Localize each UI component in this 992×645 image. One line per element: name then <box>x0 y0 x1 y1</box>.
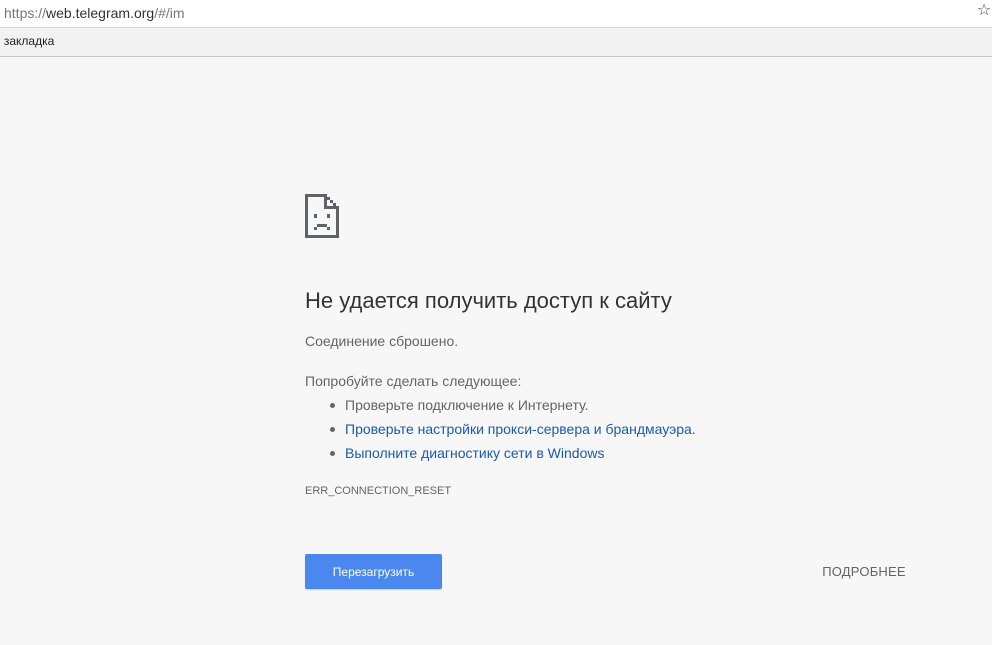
bookmark-star-icon[interactable]: ☆ <box>976 2 992 20</box>
address-bar[interactable]: https://web.telegram.org/#/im ☆ <box>0 0 992 28</box>
reload-button[interactable]: Перезагрузить <box>305 554 442 589</box>
suggestion-check-connection: Проверьте подключение к Интернету. <box>345 397 589 413</box>
list-item: Проверьте настройки прокси-сервера и бра… <box>305 419 696 443</box>
suggestions-label: Попробуйте сделать следующее: <box>305 373 522 389</box>
error-subtitle: Соединение сброшено. <box>305 333 459 349</box>
list-item: Выполните диагностику сети в Windows <box>305 443 696 467</box>
details-button[interactable]: ПОДРОБНЕЕ <box>810 556 918 587</box>
suggestion-network-diagnostics-link[interactable]: Выполните диагностику сети в Windows <box>345 445 604 461</box>
error-code: ERR_CONNECTION_RESET <box>305 485 452 497</box>
url-scheme: https:// <box>4 5 47 21</box>
suggestions-list: Проверьте подключение к Интернету. Прове… <box>305 395 696 467</box>
url-host: web.telegram.org <box>46 5 155 21</box>
error-title: Не удается получить доступ к сайту <box>305 288 672 313</box>
list-item: Проверьте подключение к Интернету. <box>305 395 696 419</box>
suggestion-proxy-firewall-link[interactable]: Проверьте настройки прокси-сервера и бра… <box>345 421 696 437</box>
bookmark-item[interactable]: я закладка <box>0 34 54 48</box>
url-path: /#/im <box>154 5 185 21</box>
sad-page-icon <box>305 194 339 238</box>
url-text[interactable]: https://web.telegram.org/#/im <box>4 5 185 21</box>
bookmarks-bar: я закладка <box>0 28 992 57</box>
